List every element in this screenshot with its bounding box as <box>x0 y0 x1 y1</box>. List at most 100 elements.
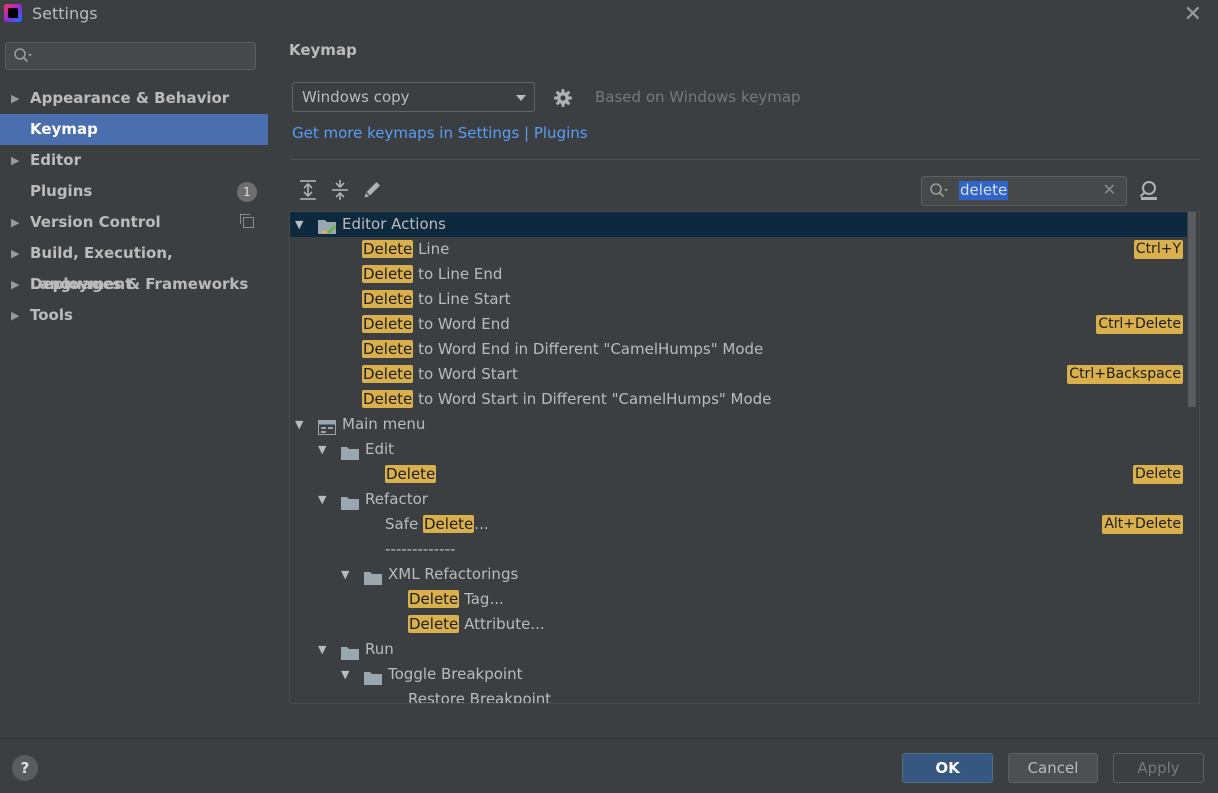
edit-pencil-icon[interactable] <box>362 178 384 202</box>
tree-action-row[interactable]: Restore Breakpoint <box>290 687 1187 703</box>
gear-icon[interactable] <box>553 88 573 108</box>
collapse-all-icon[interactable] <box>329 178 351 202</box>
tree-action-row[interactable]: Delete to Word Start in Different "Camel… <box>290 387 1187 412</box>
search-match-highlight: Delete <box>385 465 437 483</box>
ok-button[interactable]: OK <box>902 753 993 783</box>
sidebar-item-label: Keymap <box>30 120 98 138</box>
tree-row-label: XML Refactorings <box>388 562 518 587</box>
tree-action-row[interactable]: Delete Line Ctrl+Y <box>290 237 1187 262</box>
expand-all-icon[interactable] <box>297 178 319 202</box>
tree-collapse-arrow-icon[interactable]: ▼ <box>318 487 326 512</box>
folder-icon <box>364 668 382 693</box>
tree-group-row[interactable]: ▼ Refactor <box>290 487 1187 512</box>
label-text: Refactor <box>365 490 428 508</box>
label-text: Attribute... <box>459 615 545 633</box>
tree-action-row[interactable]: Delete to Line End <box>290 262 1187 287</box>
label-text: to Word End in Different "CamelHumps" Mo… <box>413 340 764 358</box>
tree-action-row[interactable]: ------------- <box>290 537 1187 562</box>
label-text: to Line Start <box>413 290 511 308</box>
tree-row-label: ------------- <box>385 537 455 562</box>
tree-scrollbar[interactable] <box>1188 212 1196 407</box>
close-icon[interactable]: ✕ <box>1184 2 1202 27</box>
tree-row-label: Safe Delete... <box>385 512 489 537</box>
sidebar-item-label: Tools <box>30 306 73 324</box>
tree-action-row[interactable]: Delete to Line Start <box>290 287 1187 312</box>
sidebar-item-appearance-behavior[interactable]: ▶ Appearance & Behavior <box>0 83 268 114</box>
divider <box>290 159 1200 160</box>
tree-group-row[interactable]: ▼ Run <box>290 637 1187 662</box>
expand-arrow-icon[interactable]: ▶ <box>11 269 19 300</box>
sidebar-item-editor[interactable]: ▶ Editor <box>0 145 268 176</box>
title-bar: Settings ✕ <box>0 0 1218 28</box>
help-button[interactable]: ? <box>12 755 38 781</box>
folder-icon <box>341 643 359 668</box>
search-match-highlight: Delete <box>362 265 414 283</box>
label-text: XML Refactorings <box>388 565 519 583</box>
label-text: Toggle Breakpoint <box>388 665 523 683</box>
tree-row-label: Edit <box>365 437 394 462</box>
tree-row-label: Main menu <box>342 412 425 437</box>
settings-nav-list: ▶ Appearance & Behavior Keymap ▶ Editor Plugi… <box>0 83 268 331</box>
search-match-highlight: Delete <box>362 290 414 308</box>
shortcut-badge: Alt+Delete <box>1102 515 1183 534</box>
sidebar-item-label: Appearance & Behavior <box>30 89 230 107</box>
label-text: Safe <box>385 515 423 533</box>
tree-group-row[interactable]: ▼ Toggle Breakpoint <box>290 662 1187 687</box>
tree-row-label: Editor Actions <box>342 212 446 237</box>
sidebar-item-label: Plugins <box>30 182 93 200</box>
keymap-combobox[interactable]: Windows copy <box>292 82 535 112</box>
sidebar-item-build-execution-deployment[interactable]: ▶ Build, Execution, Deployment <box>0 238 268 293</box>
sidebar-item-tools[interactable]: ▶ Tools <box>0 300 268 331</box>
apply-button[interactable]: Apply <box>1113 753 1204 783</box>
sidebar-item-plugins[interactable]: Plugins 1 <box>0 176 268 207</box>
tree-collapse-arrow-icon[interactable]: ▼ <box>341 562 349 587</box>
window-title: Settings <box>32 4 98 23</box>
label-text: Main menu <box>342 415 426 433</box>
keymap-combobox-value: Windows copy <box>302 88 410 106</box>
search-match-highlight: Delete <box>423 515 475 533</box>
shortcut-badge: Ctrl+Y <box>1133 240 1183 259</box>
tree-action-row[interactable]: Safe Delete... Alt+Delete <box>290 512 1187 537</box>
tree-group-row[interactable]: ▼ Edit <box>290 437 1187 462</box>
search-match-highlight: Delete <box>408 590 460 608</box>
keymap-actions-tree[interactable]: Restore Breakpoint ▼ Toggle Breakpoint ▼ Run… <box>289 211 1200 704</box>
search-match-highlight: Delete <box>362 340 414 358</box>
tree-action-row[interactable]: Delete to Word End Ctrl+Delete <box>290 312 1187 337</box>
tree-group-row[interactable]: ▼ XML Refactorings <box>290 562 1187 587</box>
expand-arrow-icon[interactable]: ▶ <box>11 145 19 176</box>
sidebar-item-keymap[interactable]: Keymap <box>0 114 268 145</box>
label-text: to Line End <box>413 265 503 283</box>
expand-arrow-icon[interactable]: ▶ <box>11 300 19 331</box>
expand-arrow-icon[interactable]: ▶ <box>11 83 19 114</box>
tree-action-row[interactable]: Delete to Word End in Different "CamelHu… <box>290 337 1187 362</box>
clear-search-icon[interactable]: ✕ <box>1103 180 1116 199</box>
label-text: Run <box>365 640 394 658</box>
folder-icon <box>341 443 359 468</box>
main-menu-icon <box>318 418 336 443</box>
label-text: Tag... <box>459 590 504 608</box>
tree-action-row[interactable]: Delete Tag... <box>290 587 1187 612</box>
settings-search-input[interactable] <box>5 42 256 70</box>
sidebar-item-version-control[interactable]: ▶ Version Control <box>0 207 268 238</box>
tree-collapse-arrow-icon[interactable]: ▼ <box>295 212 303 237</box>
cancel-button[interactable]: Cancel <box>1008 753 1098 783</box>
keymap-search-input[interactable]: delete ✕ <box>921 176 1127 206</box>
tree-group-row[interactable]: ▼ Main menu <box>290 412 1187 437</box>
tree-group-row[interactable]: ▼ Editor Actions <box>290 212 1187 237</box>
sidebar-item-label: Languages & Frameworks <box>30 275 249 293</box>
get-more-keymaps-link[interactable]: Get more keymaps in Settings | Plugins <box>292 124 588 142</box>
shortcut-badge: Ctrl+Backspace <box>1067 365 1183 384</box>
tree-row-label: Delete to Word End <box>362 312 510 337</box>
expand-arrow-icon[interactable]: ▶ <box>11 238 19 269</box>
tree-action-row[interactable]: Delete Attribute... <box>290 612 1187 637</box>
expand-arrow-icon[interactable]: ▶ <box>11 207 19 238</box>
tree-action-row[interactable]: Delete to Word Start Ctrl+Backspace <box>290 362 1187 387</box>
find-by-shortcut-icon[interactable] <box>1138 178 1160 202</box>
tree-collapse-arrow-icon[interactable]: ▼ <box>318 637 326 662</box>
tree-action-row[interactable]: Delete Delete <box>290 462 1187 487</box>
based-on-label: Based on Windows keymap <box>595 88 801 106</box>
tree-row-label: Delete to Line Start <box>362 287 511 312</box>
tree-collapse-arrow-icon[interactable]: ▼ <box>295 412 303 437</box>
sidebar-item-languages-frameworks[interactable]: ▶ Languages & Frameworks <box>0 269 268 300</box>
tree-row-label: Delete Tag... <box>408 587 504 612</box>
